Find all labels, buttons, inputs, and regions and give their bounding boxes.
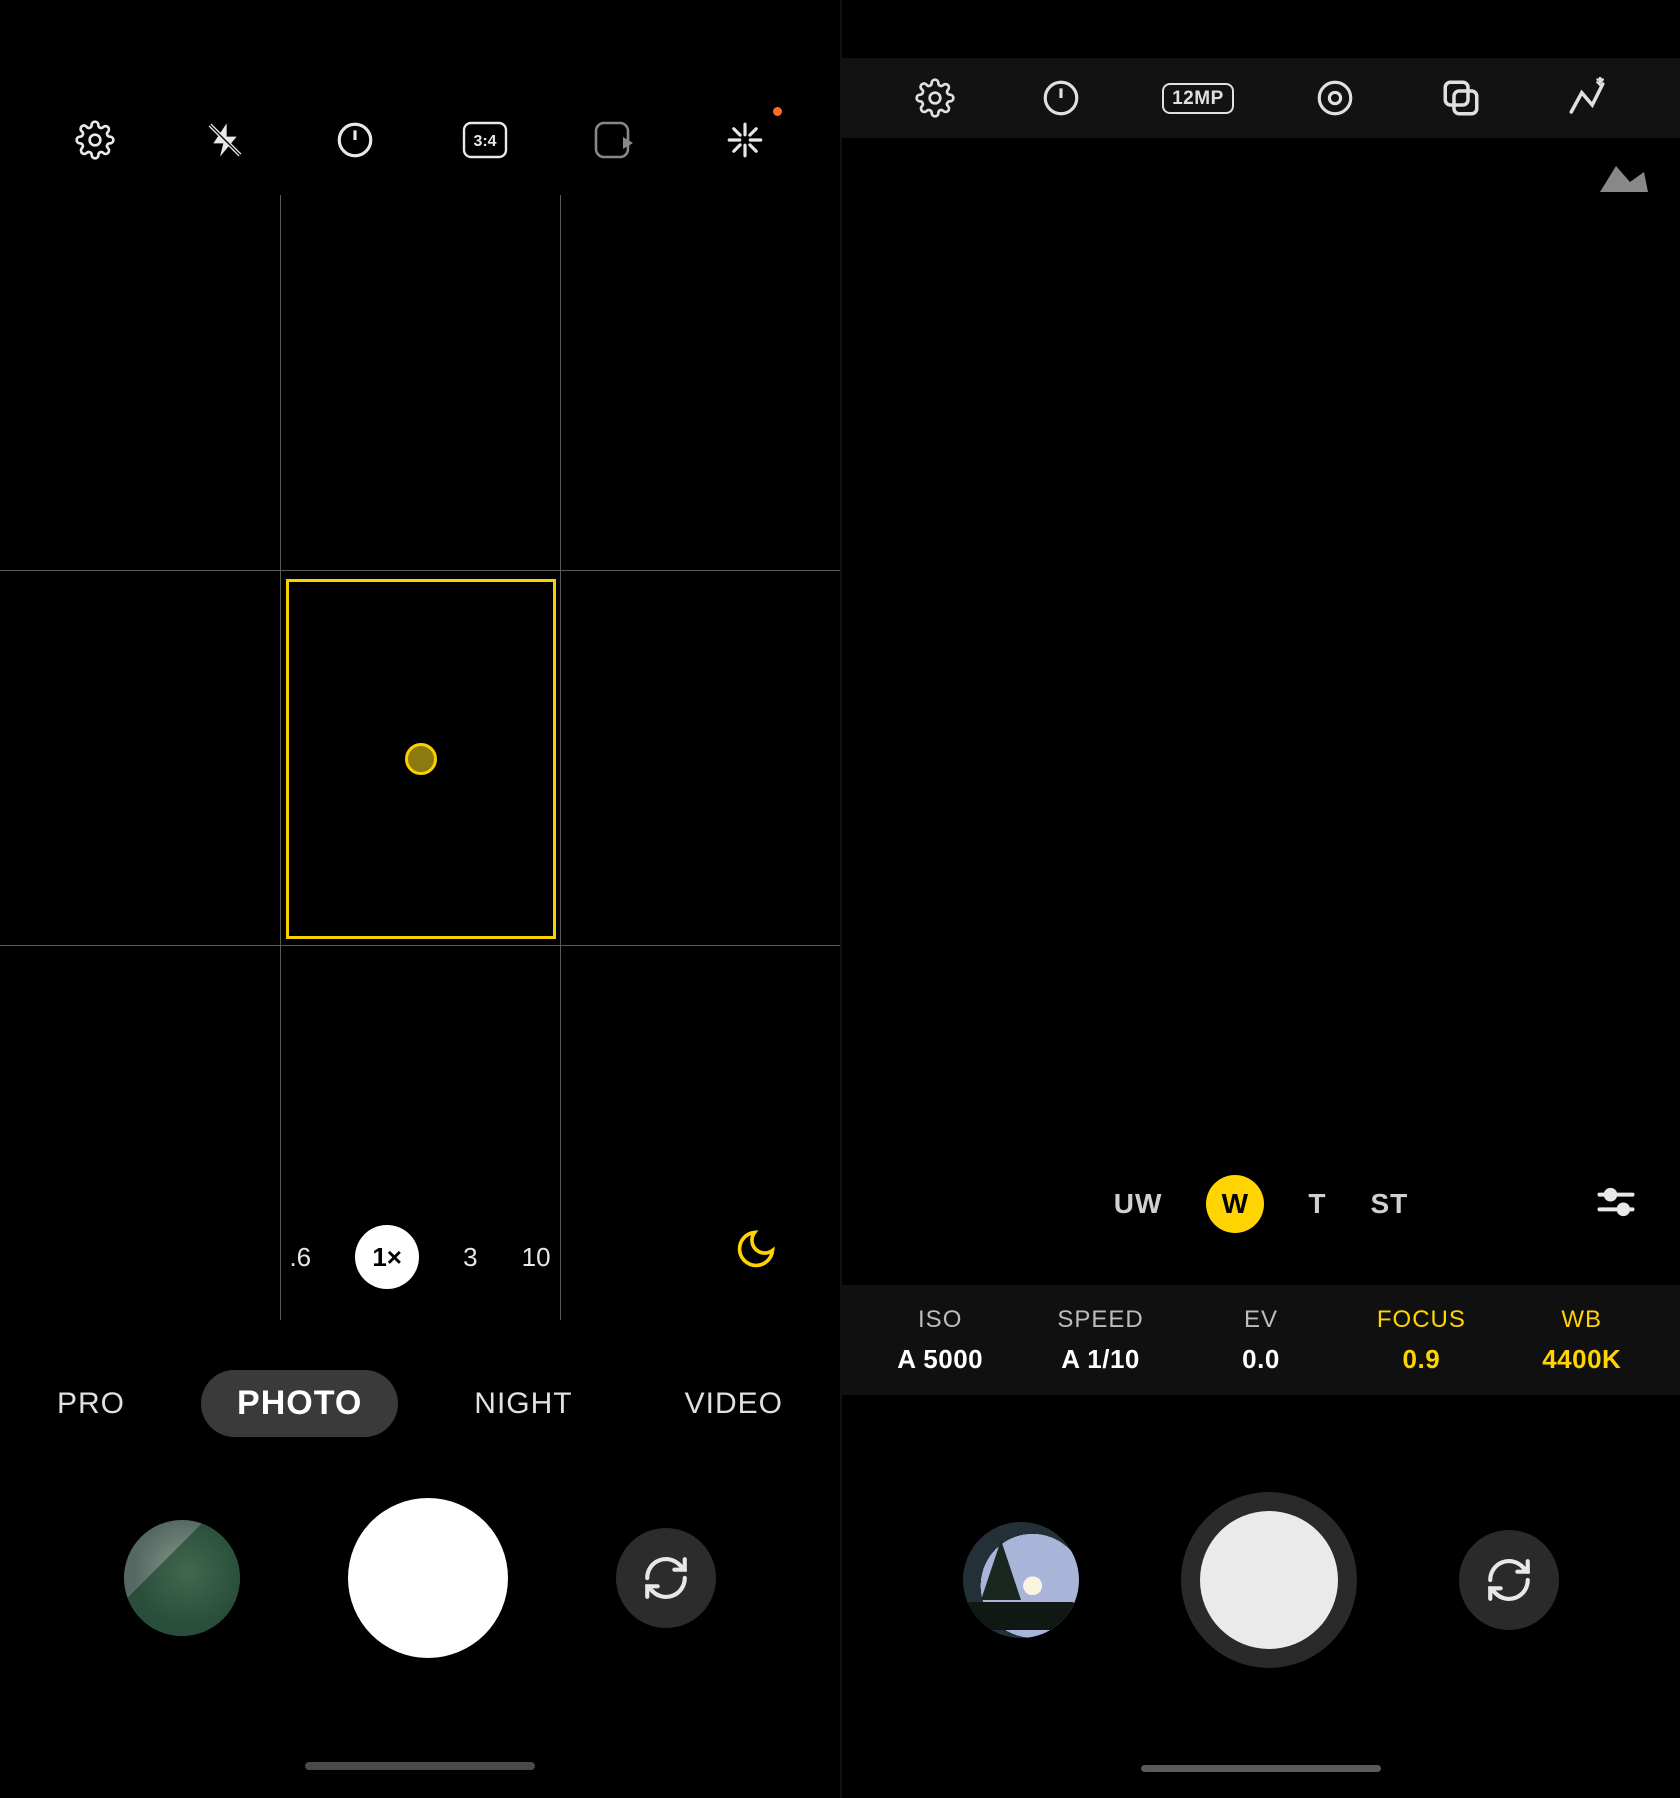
overlay-button[interactable] xyxy=(1436,73,1486,123)
resolution-button[interactable]: 12MP xyxy=(1162,73,1234,123)
timer-button[interactable] xyxy=(330,115,380,165)
timer-icon xyxy=(1040,77,1082,119)
sliders-icon xyxy=(1594,1180,1638,1224)
mode-night[interactable]: NIGHT xyxy=(438,1373,608,1435)
pro-iso-label: ISO xyxy=(918,1306,962,1334)
bottom-bar xyxy=(0,1498,840,1658)
sparkle-icon xyxy=(724,119,766,161)
lens-st[interactable]: ST xyxy=(1370,1188,1408,1220)
pro-iso[interactable]: ISO A 5000 xyxy=(865,1306,1015,1375)
pro-ev-value: 0.0 xyxy=(1242,1344,1280,1375)
lens-uw[interactable]: UW xyxy=(1114,1188,1163,1220)
focus-point-dot[interactable] xyxy=(405,743,437,775)
night-mode-button[interactable] xyxy=(732,1225,780,1273)
mode-photo-active[interactable]: PHOTO xyxy=(201,1370,398,1437)
grid-line xyxy=(0,570,840,571)
effects-indicator-dot xyxy=(773,107,782,116)
zoom-selector: .6 1× 3 10 xyxy=(0,1225,840,1289)
star-path-icon xyxy=(1566,77,1608,119)
grid-line xyxy=(560,195,561,1320)
settings-button[interactable] xyxy=(910,73,960,123)
adjustments-button[interactable] xyxy=(1594,1180,1638,1224)
pro-ev[interactable]: EV 0.0 xyxy=(1186,1306,1336,1375)
histogram-icon xyxy=(1596,158,1652,194)
timer-button[interactable] xyxy=(1036,73,1086,123)
shutter-button[interactable] xyxy=(1181,1492,1357,1668)
gear-icon xyxy=(915,78,955,118)
lens-t[interactable]: T xyxy=(1308,1188,1326,1220)
bottom-bar xyxy=(842,1492,1680,1668)
aspect-ratio-icon: 3:4 xyxy=(462,121,508,159)
zoom-option-3x[interactable]: 3 xyxy=(463,1242,477,1273)
zoom-option-10x[interactable]: 10 xyxy=(522,1242,551,1273)
aspect-ratio-button[interactable]: 3:4 xyxy=(460,115,510,165)
histogram-button[interactable] xyxy=(1596,158,1652,194)
gallery-thumbnail-button[interactable] xyxy=(963,1522,1079,1638)
zoom-option-1x-active[interactable]: 1× xyxy=(355,1225,419,1289)
top-toolbar: 3:4 xyxy=(0,100,840,180)
star-path-button[interactable] xyxy=(1562,73,1612,123)
pro-speed[interactable]: SPEED A 1/10 xyxy=(1026,1306,1176,1375)
pro-controls-strip: ISO A 5000 SPEED A 1/10 EV 0.0 FOCUS 0.9… xyxy=(842,1285,1680,1395)
flash-off-icon xyxy=(205,120,245,160)
pro-focus-value: 0.9 xyxy=(1403,1344,1441,1375)
grid-line xyxy=(280,195,281,1320)
switch-camera-button[interactable] xyxy=(1459,1530,1559,1630)
overlay-squares-icon xyxy=(1440,77,1482,119)
metering-button[interactable] xyxy=(1310,73,1360,123)
effects-button[interactable] xyxy=(720,115,770,165)
switch-camera-icon xyxy=(1484,1555,1534,1605)
settings-button[interactable] xyxy=(70,115,120,165)
motion-photo-icon xyxy=(593,120,637,160)
gear-icon xyxy=(75,120,115,160)
lens-w-active[interactable]: W xyxy=(1206,1175,1264,1233)
aspect-ratio-label: 3:4 xyxy=(473,133,496,150)
camera-app-pro-mode: 12MP UW W T ST ISO xyxy=(840,0,1680,1798)
pro-speed-value: A 1/10 xyxy=(1061,1344,1140,1375)
lens-selector: UW W T ST xyxy=(842,1175,1680,1233)
switch-camera-icon xyxy=(641,1553,691,1603)
gallery-thumbnail-button[interactable] xyxy=(124,1520,240,1636)
flash-button[interactable] xyxy=(200,115,250,165)
camera-app-photo-mode: 3:4 .6 1× 3 10 xyxy=(0,0,840,1798)
viewfinder[interactable] xyxy=(842,150,1680,1250)
moon-icon xyxy=(734,1227,778,1271)
mode-selector[interactable]: PRO PHOTO NIGHT VIDEO xyxy=(0,1370,840,1437)
pro-wb-value: 4400K xyxy=(1542,1344,1621,1375)
focus-area-box[interactable] xyxy=(286,579,556,939)
shutter-button[interactable] xyxy=(348,1498,508,1658)
pro-wb[interactable]: WB 4400K xyxy=(1507,1306,1657,1375)
switch-camera-button[interactable] xyxy=(616,1528,716,1628)
resolution-label: 12MP xyxy=(1162,83,1234,114)
mode-video[interactable]: VIDEO xyxy=(649,1373,819,1435)
pro-ev-label: EV xyxy=(1244,1306,1278,1334)
pro-speed-label: SPEED xyxy=(1057,1306,1143,1334)
pro-focus[interactable]: FOCUS 0.9 xyxy=(1346,1306,1496,1375)
motion-photo-button[interactable] xyxy=(590,115,640,165)
grid-line xyxy=(0,945,840,946)
top-toolbar: 12MP xyxy=(842,58,1680,138)
home-indicator[interactable] xyxy=(305,1762,535,1770)
mode-pro[interactable]: PRO xyxy=(21,1373,161,1435)
pro-focus-label: FOCUS xyxy=(1377,1306,1466,1334)
shutter-inner xyxy=(1200,1511,1338,1649)
metering-icon xyxy=(1314,77,1356,119)
timer-icon xyxy=(334,119,376,161)
pro-iso-value: A 5000 xyxy=(897,1344,983,1375)
viewfinder[interactable]: .6 1× 3 10 xyxy=(0,195,840,1320)
zoom-option-0-6x[interactable]: .6 xyxy=(289,1242,311,1273)
home-indicator[interactable] xyxy=(1141,1765,1381,1772)
pro-wb-label: WB xyxy=(1561,1306,1602,1334)
